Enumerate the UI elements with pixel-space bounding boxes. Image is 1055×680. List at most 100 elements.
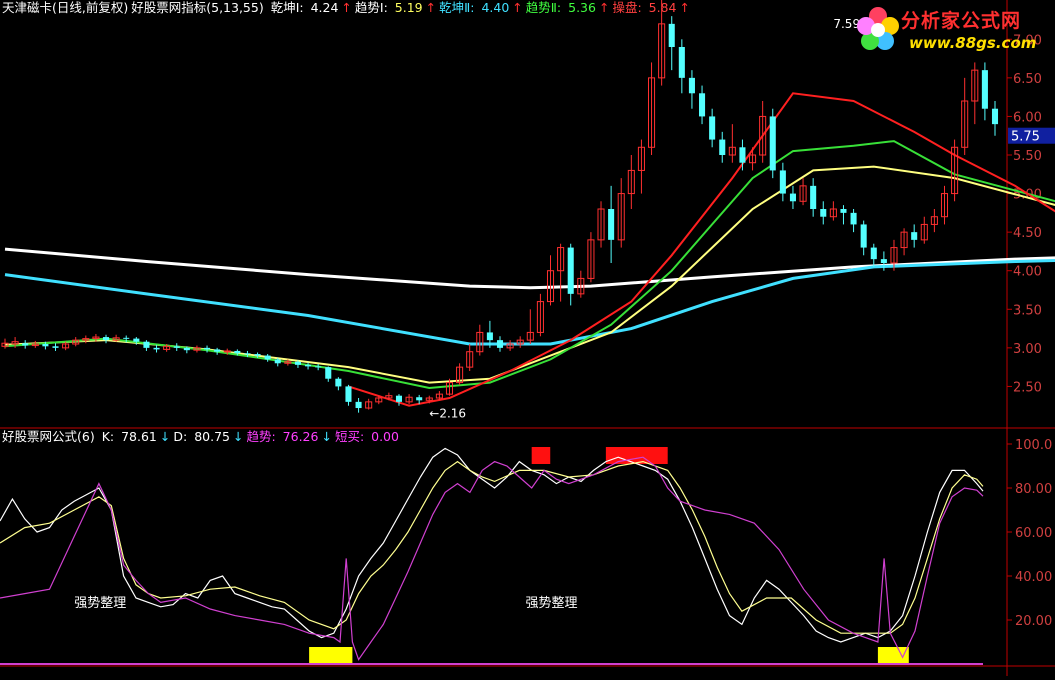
sub-formula-title: 好股票网公式(6) bbox=[2, 429, 95, 444]
candle-body-down bbox=[739, 147, 745, 162]
main-indicator-item-4: 操盘: bbox=[612, 0, 641, 15]
candle-body-down bbox=[305, 365, 311, 367]
sub-indicator-arrow-2: ↓ bbox=[321, 429, 331, 444]
candle-body-down bbox=[214, 349, 220, 351]
logo-url: www.88gs.com bbox=[909, 34, 1036, 52]
candle-body-down bbox=[416, 397, 422, 400]
strong-consolidation-label: 强势整理 bbox=[74, 595, 126, 611]
main-indicator-value-1: 5.19 bbox=[391, 0, 423, 15]
candle-body-down bbox=[719, 140, 725, 155]
main-indicator-item-2: 乾坤Ⅱ: bbox=[439, 0, 474, 15]
ma-line-4 bbox=[349, 93, 1055, 405]
strong-consolidation-label: 强势整理 bbox=[526, 595, 578, 611]
main-ytick-label: 5.50 bbox=[1013, 149, 1042, 164]
candle-body-down bbox=[982, 70, 988, 109]
kd-line-2 bbox=[0, 457, 983, 659]
main-ytick-label: 4.50 bbox=[1013, 226, 1042, 241]
main-indicator-arrow-2: ↑ bbox=[512, 0, 522, 15]
main-indicator-name: 好股票网指标(5,13,55) bbox=[131, 0, 263, 15]
candle-body-down bbox=[669, 24, 675, 47]
candle-body-down bbox=[204, 348, 210, 350]
sub-indicator-value-2: 76.26 bbox=[279, 429, 319, 444]
current-price-label: 5.75 bbox=[1011, 130, 1040, 145]
candle-body-down bbox=[275, 359, 281, 363]
sub-indicator-value-0: 78.61 bbox=[117, 429, 157, 444]
candle-body-down bbox=[679, 47, 685, 78]
main-indicator-value-0: 4.24 bbox=[307, 0, 339, 15]
candle-body-down bbox=[103, 337, 109, 340]
main-indicator-value-3: 5.36 bbox=[564, 0, 596, 15]
candle-body-down bbox=[345, 386, 351, 401]
candle-body-up bbox=[224, 351, 230, 352]
candle-body-down bbox=[689, 78, 695, 93]
kd-line-0 bbox=[0, 448, 983, 642]
sub-indicator-values: K: 78.61↓D: 80.75↓趋势: 76.26↓短买: 0.00 bbox=[102, 429, 405, 444]
candle-body-down bbox=[265, 356, 271, 360]
candle-body-down bbox=[871, 248, 877, 260]
candle-body-down bbox=[174, 346, 180, 348]
sub-indicator-item-1: D: bbox=[173, 429, 187, 444]
candle-body-down bbox=[315, 366, 321, 367]
sub-indicator-item-0: K: bbox=[102, 429, 114, 444]
candle-body-down bbox=[255, 354, 261, 356]
main-header: 天津磁卡(日线,前复权)好股票网指标(5,13,55) 乾坤Ⅰ: 4.24↑趋势… bbox=[2, 0, 696, 16]
candle-body-down bbox=[154, 348, 160, 350]
buy-signal-bar bbox=[878, 647, 909, 664]
main-indicator-arrow-4: ↑ bbox=[679, 0, 689, 15]
chart-svg[interactable]: 7.006.506.005.505.004.504.003.503.002.50… bbox=[0, 0, 1055, 676]
sub-ytick-label: 60.00 bbox=[1015, 526, 1052, 541]
candle-body-down bbox=[992, 109, 998, 124]
main-indicator-item-1: 趋势Ⅰ: bbox=[355, 0, 388, 15]
main-chart[interactable]: 7.59←2.166.11 bbox=[2, 0, 1055, 420]
kd-line-1 bbox=[0, 462, 983, 634]
chart-stage[interactable]: 7.006.506.005.505.004.504.003.503.002.50… bbox=[0, 0, 1055, 676]
site-logo: 分析家公式网 www.88gs.com bbox=[853, 2, 1053, 56]
buy-signal-bar bbox=[309, 647, 352, 664]
candle-body-down bbox=[709, 116, 715, 139]
sub-ytick-label: 20.00 bbox=[1015, 614, 1052, 629]
candle-body-down bbox=[133, 339, 139, 342]
main-indicator-arrow-3: ↑ bbox=[599, 0, 609, 15]
main-ytick-label: 4.00 bbox=[1013, 265, 1042, 280]
candle-body-down bbox=[911, 232, 917, 240]
candle-body-down bbox=[244, 353, 250, 354]
candle-body-down bbox=[881, 259, 887, 263]
main-indicator-item-0: 乾坤Ⅰ: bbox=[271, 0, 304, 15]
price-annotation: ←2.16 bbox=[429, 406, 466, 420]
candle-body-down bbox=[608, 209, 614, 240]
main-indicator-values: 乾坤Ⅰ: 4.24↑趋势Ⅰ: 5.19↑乾坤Ⅱ: 4.40↑趋势Ⅱ: 5.36↑… bbox=[271, 0, 693, 15]
candle-body-down bbox=[699, 93, 705, 116]
main-indicator-arrow-1: ↑ bbox=[426, 0, 436, 15]
candle-body-down bbox=[568, 248, 574, 294]
sell-signal-bar bbox=[532, 447, 551, 464]
flower-logo-icon bbox=[853, 2, 903, 56]
sub-indicator-value-1: 80.75 bbox=[190, 429, 230, 444]
sub-chart[interactable]: 强势整理 强势整理 bbox=[0, 447, 983, 664]
candle-body-down bbox=[184, 348, 190, 350]
candle-body-down bbox=[335, 379, 341, 387]
candle-body-down bbox=[487, 332, 493, 340]
ma-line-2 bbox=[5, 167, 1055, 383]
main-ytick-label: 3.50 bbox=[1013, 303, 1042, 318]
main-ytick-label: 3.00 bbox=[1013, 342, 1042, 357]
candle-body-down bbox=[22, 343, 28, 345]
main-indicator-value-2: 4.40 bbox=[477, 0, 509, 15]
main-ytick-label: 6.00 bbox=[1013, 110, 1042, 125]
main-ytick-label: 2.50 bbox=[1013, 380, 1042, 395]
sub-ytick-label: 40.00 bbox=[1015, 570, 1052, 585]
logo-title: 分析家公式网 bbox=[901, 6, 1021, 33]
main-ytick-label: 6.50 bbox=[1013, 72, 1042, 87]
candle-body-down bbox=[123, 338, 129, 339]
candle-body-down bbox=[325, 367, 331, 379]
candle-body-down bbox=[790, 194, 796, 202]
candle-body-down bbox=[234, 351, 240, 353]
candle-body-down bbox=[356, 402, 362, 408]
candle-body-down bbox=[820, 209, 826, 217]
candle-body-down bbox=[295, 362, 301, 365]
sub-ytick-label: 100.0 bbox=[1015, 438, 1052, 453]
sub-indicator-arrow-0: ↓ bbox=[160, 429, 170, 444]
sub-indicator-item-2: 趋势: bbox=[246, 429, 275, 444]
candle-body-down bbox=[770, 116, 776, 170]
candle-body-down bbox=[396, 396, 402, 402]
sub-header: 好股票网公式(6) K: 78.61↓D: 80.75↓趋势: 76.26↓短买… bbox=[2, 429, 408, 445]
